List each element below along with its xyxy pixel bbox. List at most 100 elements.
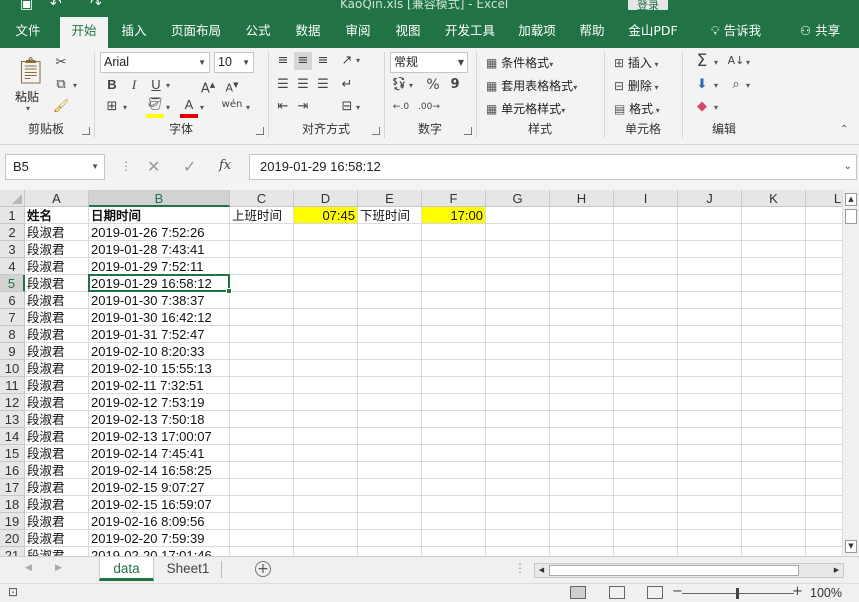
cell-j5[interactable] [678,275,742,292]
tab-insert[interactable]: 插入 [112,13,156,48]
cell-a12[interactable]: 段淑君 [25,394,89,411]
cell-i17[interactable] [614,479,678,496]
cell-e15[interactable] [358,445,422,462]
cell-k9[interactable] [742,343,806,360]
cell-f4[interactable] [422,258,486,275]
row-header[interactable]: 15 [0,445,25,462]
cell-i16[interactable] [614,462,678,479]
cell-b7[interactable]: 2019-01-30 16:42:12 [89,309,230,326]
cell-g12[interactable] [486,394,550,411]
cell-a11[interactable]: 段淑君 [25,377,89,394]
cell-k1[interactable] [742,207,806,224]
undo-icon[interactable]: ↶ [50,0,62,12]
cell-f18[interactable] [422,496,486,513]
sort-filter-icon[interactable]: A↓ [726,52,746,70]
cell-i10[interactable] [614,360,678,377]
paste-dropdown-icon[interactable]: ▾ [26,104,30,113]
cell-c18[interactable] [230,496,294,513]
cell-b4[interactable]: 2019-01-29 7:52:11 [89,258,230,275]
cell-g17[interactable] [486,479,550,496]
cell-d16[interactable] [294,462,358,479]
cell-a9[interactable]: 段淑君 [25,343,89,360]
next-sheet-icon[interactable]: ▶ [55,563,62,573]
cell-i3[interactable] [614,241,678,258]
cell-f15[interactable] [422,445,486,462]
spreadsheet-grid[interactable]: ABCDEFGHIJKL 1 姓名 日期时间 上班时间 07:45 下班时间 17:00 2 段… [0,190,842,556]
copy-icon[interactable]: ⧉ [52,76,70,94]
orientation-dropdown-icon[interactable]: ▾ [356,56,360,65]
horizontal-scrollbar[interactable]: ◀ ▶ [534,563,844,578]
paste-icon[interactable]: 📋︎ [14,56,47,86]
cell-c7[interactable] [230,309,294,326]
insert-cells-button[interactable]: ⊞ 插入 ▾ [614,54,658,71]
underline-button[interactable]: U [148,76,164,94]
cell-j13[interactable] [678,411,742,428]
cell-j1[interactable] [678,207,742,224]
cell-c12[interactable] [230,394,294,411]
cell-h10[interactable] [550,360,614,377]
cell-f14[interactable] [422,428,486,445]
format-as-table-button[interactable]: ▦ 套用表格格式▾ [486,77,577,94]
cell-h8[interactable] [550,326,614,343]
cell-c10[interactable] [230,360,294,377]
cell-h16[interactable] [550,462,614,479]
tab-formulas[interactable]: 公式 [236,13,280,48]
row-header[interactable]: 21 [0,547,25,556]
row-header[interactable]: 11 [0,377,25,394]
cell-j8[interactable] [678,326,742,343]
cell-c2[interactable] [230,224,294,241]
cell-c9[interactable] [230,343,294,360]
cell-l7[interactable] [806,309,842,326]
cell-k13[interactable] [742,411,806,428]
cell-e20[interactable] [358,530,422,547]
cell-d4[interactable] [294,258,358,275]
cell-d19[interactable] [294,513,358,530]
cell-a6[interactable]: 段淑君 [25,292,89,309]
cell-g6[interactable] [486,292,550,309]
cell-l12[interactable] [806,394,842,411]
align-left-icon[interactable]: ☰ [274,76,292,94]
cell-g15[interactable] [486,445,550,462]
redo-icon[interactable]: ↷ [90,0,102,12]
cell-h4[interactable] [550,258,614,275]
cell-d20[interactable] [294,530,358,547]
cell-b19[interactable]: 2019-02-16 8:09:56 [89,513,230,530]
cell-i4[interactable] [614,258,678,275]
clear-icon[interactable]: ◆ [692,98,712,116]
cell-c1[interactable]: 上班时间 [230,207,294,224]
font-color-icon[interactable]: A [180,96,198,118]
cell-e14[interactable] [358,428,422,445]
border-icon[interactable]: ⊞ [104,98,120,116]
cell-f10[interactable] [422,360,486,377]
login-button[interactable]: 登录 [628,0,668,12]
cell-d7[interactable] [294,309,358,326]
cell-g8[interactable] [486,326,550,343]
page-layout-view-icon[interactable] [609,586,625,599]
scroll-down-icon[interactable]: ▼ [845,540,857,553]
format-painter-icon[interactable]: 🖌︎ [52,98,70,116]
cell-d2[interactable] [294,224,358,241]
cell-g3[interactable] [486,241,550,258]
cell-h12[interactable] [550,394,614,411]
cell-h17[interactable] [550,479,614,496]
zoom-level[interactable]: 100% [810,586,842,600]
align-center-icon[interactable]: ☰ [294,76,312,94]
row-header[interactable]: 6 [0,292,25,309]
cell-b11[interactable]: 2019-02-11 7:32:51 [89,377,230,394]
cell-d17[interactable] [294,479,358,496]
column-header-a[interactable]: A [25,190,89,207]
cell-b6[interactable]: 2019-01-30 7:38:37 [89,292,230,309]
cell-h14[interactable] [550,428,614,445]
decrease-font-icon[interactable]: A▼ [224,76,240,98]
number-launcher-icon[interactable] [464,127,472,135]
row-header[interactable]: 5 [0,275,25,292]
cell-k2[interactable] [742,224,806,241]
cell-k12[interactable] [742,394,806,411]
find-icon[interactable]: ⌕ [726,76,746,94]
cell-l17[interactable] [806,479,842,496]
cell-b15[interactable]: 2019-02-14 7:45:41 [89,445,230,462]
cell-k16[interactable] [742,462,806,479]
cell-j3[interactable] [678,241,742,258]
cell-d1[interactable]: 07:45 [294,207,358,224]
cell-i13[interactable] [614,411,678,428]
